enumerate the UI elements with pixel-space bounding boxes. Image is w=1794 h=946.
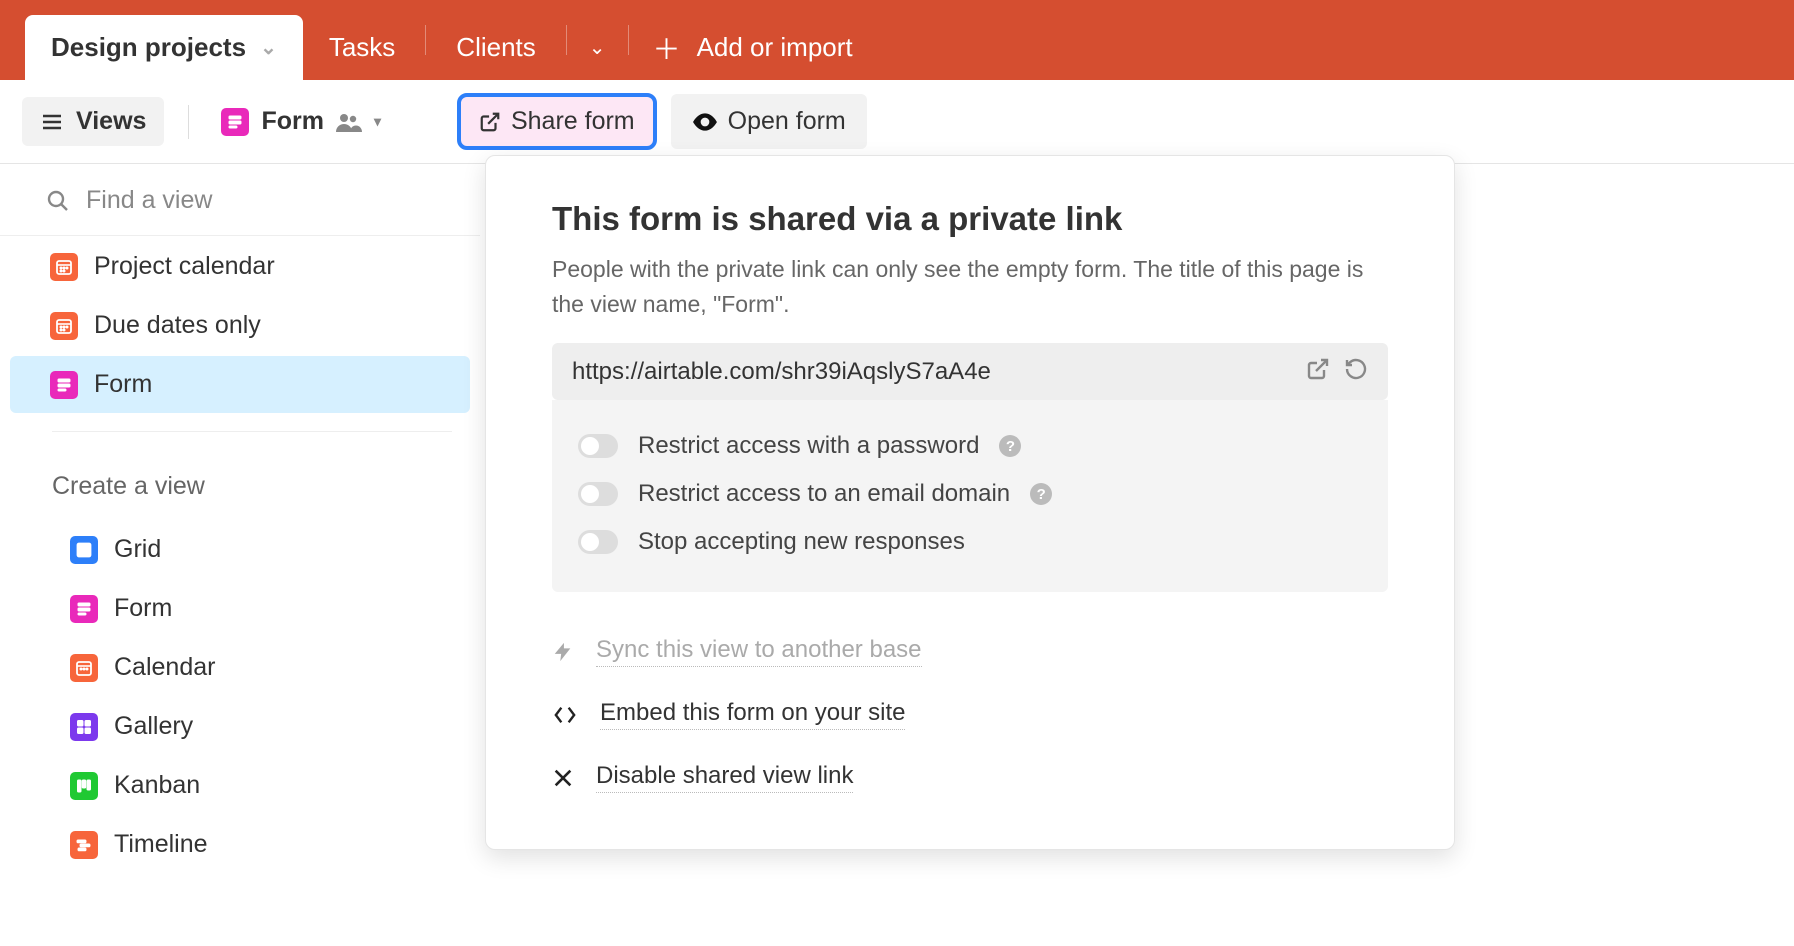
- open-form-button[interactable]: Open form: [671, 94, 867, 149]
- views-list: Project calendar Due dates only Form: [0, 235, 480, 413]
- option-label: Grid: [114, 535, 161, 564]
- tab-design-projects[interactable]: Design projects ⌄: [25, 15, 303, 80]
- toggle-stop-responses[interactable]: [578, 530, 618, 554]
- divider: [566, 25, 567, 55]
- view-item-label: Project calendar: [94, 252, 275, 281]
- find-view-search[interactable]: Find a view: [0, 164, 480, 235]
- tab-label: Tasks: [329, 32, 395, 63]
- add-import-label: Add or import: [697, 32, 853, 63]
- views-sidebar: Find a view Project calendar Due dates o…: [0, 164, 480, 946]
- tab-clients[interactable]: Clients: [430, 15, 561, 80]
- form-icon: [70, 595, 98, 623]
- views-button[interactable]: Views: [22, 97, 164, 146]
- create-view-options: Grid Form Calendar Gallery Kanban: [0, 521, 480, 873]
- help-icon[interactable]: ?: [1030, 483, 1052, 505]
- sync-view-action[interactable]: Sync this view to another base: [552, 620, 1388, 683]
- chevron-down-icon[interactable]: ▾: [374, 113, 381, 130]
- lightning-icon: [552, 639, 574, 665]
- sync-label: Sync this view to another base: [596, 636, 922, 667]
- share-form-label: Share form: [511, 107, 635, 136]
- form-icon: [50, 371, 78, 399]
- popover-subtitle: People with the private link can only se…: [552, 252, 1388, 321]
- form-icon: [221, 108, 249, 136]
- option-label: Timeline: [114, 830, 208, 859]
- embed-form-action[interactable]: Embed this form on your site: [552, 683, 1388, 746]
- chevron-down-icon: ⌄: [589, 35, 606, 60]
- disable-label: Disable shared view link: [596, 762, 853, 793]
- help-icon[interactable]: ?: [999, 435, 1021, 457]
- option-stop-responses: Stop accepting new responses: [578, 518, 1362, 566]
- top-tabs-bar: Design projects ⌄ Tasks Clients ⌄ ＋ Add …: [0, 0, 1794, 80]
- disable-link-action[interactable]: Disable shared view link: [552, 746, 1388, 809]
- toggle-restrict-domain[interactable]: [578, 482, 618, 506]
- calendar-icon: [50, 253, 78, 281]
- add-or-import-button[interactable]: ＋ Add or import: [633, 15, 873, 80]
- tab-label: Design projects: [51, 32, 246, 63]
- view-toolbar: Views Form ▾ Share form Open form: [0, 80, 1794, 164]
- tab-label: Clients: [456, 32, 535, 63]
- divider: [188, 105, 189, 139]
- external-link-icon: [479, 111, 501, 133]
- embed-label: Embed this form on your site: [600, 699, 905, 730]
- divider: [628, 25, 629, 55]
- view-item-label: Form: [94, 370, 152, 399]
- view-item-due-dates[interactable]: Due dates only: [10, 297, 470, 354]
- option-label: Form: [114, 594, 172, 623]
- current-view-label: Form: [261, 107, 324, 136]
- create-calendar[interactable]: Calendar: [30, 639, 470, 696]
- option-label: Calendar: [114, 653, 215, 682]
- divider: [425, 25, 426, 55]
- gallery-icon: [70, 713, 98, 741]
- create-gallery[interactable]: Gallery: [30, 698, 470, 755]
- option-label: Stop accepting new responses: [638, 528, 965, 556]
- option-label: Kanban: [114, 771, 200, 800]
- create-grid[interactable]: Grid: [30, 521, 470, 578]
- open-form-label: Open form: [728, 107, 846, 136]
- open-link-icon[interactable]: [1306, 357, 1330, 386]
- option-restrict-password: Restrict access with a password ?: [578, 422, 1362, 470]
- views-label: Views: [76, 107, 146, 136]
- grid-icon: [70, 536, 98, 564]
- calendar-icon: [50, 312, 78, 340]
- regenerate-link-icon[interactable]: [1344, 357, 1368, 386]
- menu-icon: [40, 110, 64, 134]
- plus-icon: ＋: [653, 28, 681, 68]
- chevron-down-icon[interactable]: ⌄: [260, 35, 277, 60]
- more-tabs-button[interactable]: ⌄: [571, 15, 624, 80]
- view-item-form[interactable]: Form: [10, 356, 470, 413]
- share-form-button[interactable]: Share form: [457, 93, 657, 150]
- toggle-restrict-password[interactable]: [578, 434, 618, 458]
- share-options: Restrict access with a password ? Restri…: [552, 400, 1388, 592]
- option-label: Gallery: [114, 712, 193, 741]
- search-placeholder: Find a view: [86, 186, 212, 215]
- view-item-project-calendar[interactable]: Project calendar: [10, 238, 470, 295]
- kanban-icon: [70, 772, 98, 800]
- option-restrict-domain: Restrict access to an email domain ?: [578, 470, 1362, 518]
- search-icon: [46, 189, 70, 213]
- option-label: Restrict access with a password: [638, 432, 979, 460]
- create-timeline[interactable]: Timeline: [30, 816, 470, 873]
- eye-icon: [692, 112, 718, 132]
- view-item-label: Due dates only: [94, 311, 261, 340]
- current-view-chip[interactable]: Form ▾: [213, 101, 389, 142]
- share-form-popover: This form is shared via a private link P…: [485, 155, 1455, 850]
- close-icon: [552, 767, 574, 789]
- popover-title: This form is shared via a private link: [552, 200, 1388, 238]
- tab-tasks[interactable]: Tasks: [303, 15, 421, 80]
- create-kanban[interactable]: Kanban: [30, 757, 470, 814]
- share-url[interactable]: https://airtable.com/shr39iAqslyS7aA4e: [572, 358, 1292, 386]
- collaborators-icon[interactable]: [336, 112, 362, 132]
- option-label: Restrict access to an email domain: [638, 480, 1010, 508]
- create-form[interactable]: Form: [30, 580, 470, 637]
- create-view-label: Create a view: [0, 432, 480, 519]
- share-link-box: https://airtable.com/shr39iAqslyS7aA4e: [552, 343, 1388, 400]
- timeline-icon: [70, 831, 98, 859]
- code-icon: [552, 704, 578, 726]
- calendar-icon: [70, 654, 98, 682]
